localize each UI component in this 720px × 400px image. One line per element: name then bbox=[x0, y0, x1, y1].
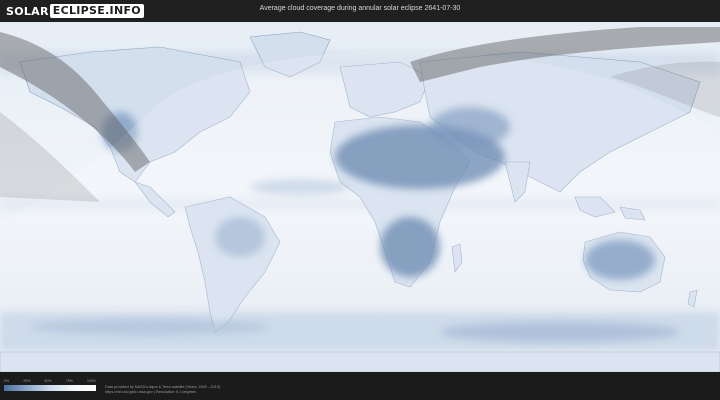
page-title: Average cloud coverage during annular so… bbox=[259, 5, 461, 12]
credit-line-2: https://neo.sci.gsfc.nasa.gov | Resoluti… bbox=[105, 390, 197, 394]
cloud-coverage-legend-bar bbox=[4, 385, 96, 391]
world-map-svg bbox=[0, 22, 720, 372]
footer-bar: 0% 25% 50% 75% 100% Data provided by NAS… bbox=[0, 372, 720, 400]
data-credit: Data provided by NASA's Aqua & Terra sat… bbox=[105, 385, 220, 395]
header-bar: SOLAR ECLIPSE.INFO Average cloud coverag… bbox=[0, 0, 720, 22]
cloud-coverage-map bbox=[0, 22, 720, 372]
